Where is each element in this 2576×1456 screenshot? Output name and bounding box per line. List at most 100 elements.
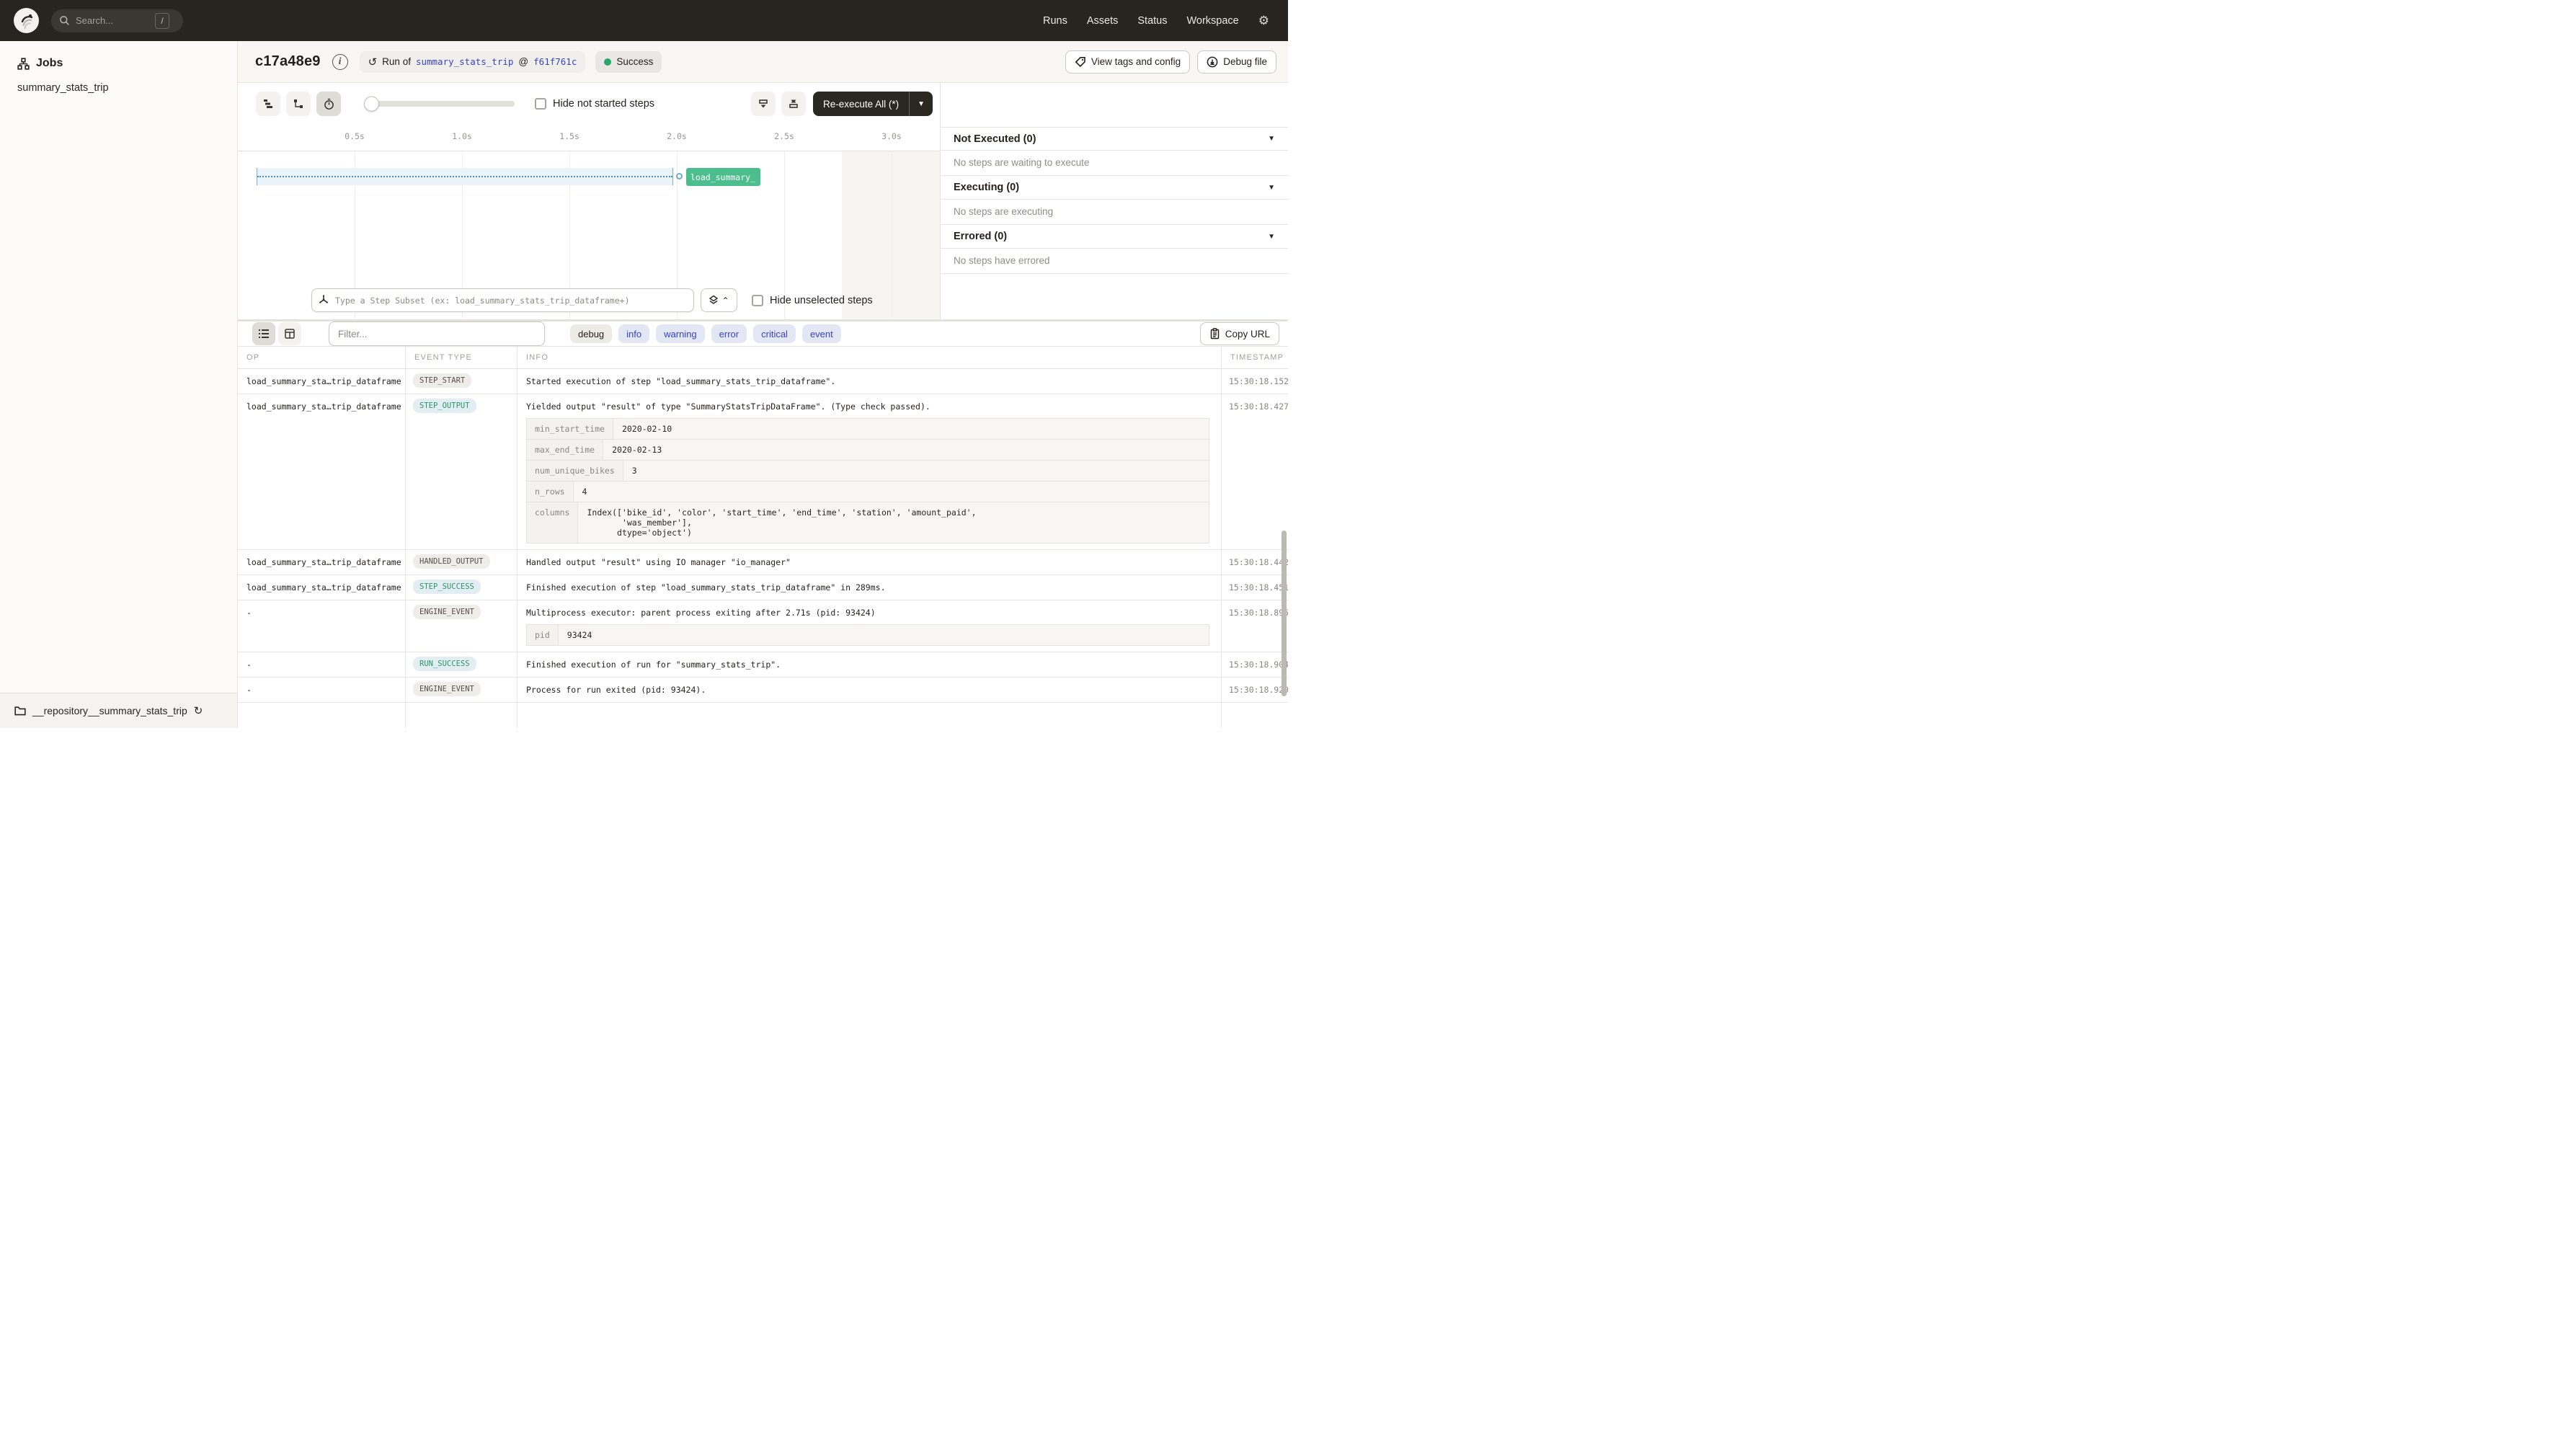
log-row-step-success[interactable]: load_summary_sta…trip_dataframe STEP_SUC… bbox=[238, 575, 1288, 600]
hide-unselected-checkbox[interactable] bbox=[752, 294, 763, 306]
axis-tick: 1.5s bbox=[559, 131, 579, 141]
event-type-badge: HANDLED_OUTPUT bbox=[413, 554, 490, 569]
nav-links: Runs Assets Status Workspace ⚙ bbox=[1043, 14, 1288, 27]
timestamp: 15:30:18.451 bbox=[1229, 582, 1288, 592]
event-type-badge: ENGINE_EVENT bbox=[413, 605, 481, 619]
log-structured-view-icon-button[interactable] bbox=[278, 322, 301, 345]
level-chip-critical[interactable]: critical bbox=[753, 324, 796, 343]
chevron-down-icon: ▼ bbox=[1268, 232, 1275, 241]
log-filter-input[interactable] bbox=[329, 321, 545, 346]
search-icon bbox=[59, 15, 70, 26]
log-toolbar: debug info warning error critical event … bbox=[238, 321, 1288, 346]
log-row-engine-event[interactable]: - ENGINE_EVENT Multiprocess executor: pa… bbox=[238, 600, 1288, 652]
gantt-chart: load_summary_ Type a Step Subset (ex: lo… bbox=[238, 151, 940, 319]
event-log-section: debug info warning error critical event … bbox=[238, 321, 1288, 728]
flat-view-icon-button[interactable] bbox=[256, 92, 280, 116]
repository-footer[interactable]: __repository__summary_stats_trip ↻ bbox=[0, 693, 237, 728]
top-nav: / Runs Assets Status Workspace ⚙ bbox=[0, 0, 1288, 41]
dagster-logo-icon[interactable] bbox=[14, 8, 39, 33]
status-dot-icon bbox=[604, 58, 612, 66]
hide-not-started-checkbox[interactable] bbox=[535, 98, 546, 110]
timestamp: 15:30:18.152 bbox=[1229, 376, 1288, 386]
reload-repository-icon[interactable]: ↻ bbox=[194, 704, 203, 717]
level-chip-event[interactable]: event bbox=[801, 324, 841, 343]
run-info-icon[interactable]: i bbox=[332, 53, 348, 70]
log-row-handled-output[interactable]: load_summary_sta…trip_dataframe HANDLED_… bbox=[238, 550, 1288, 575]
level-chip-error[interactable]: error bbox=[711, 324, 747, 343]
left-sidebar: Jobs summary_stats_trip __repository__su… bbox=[0, 41, 238, 728]
layers-icon bbox=[709, 295, 719, 304]
gantt-start-marker bbox=[676, 173, 683, 179]
reexecute-all-button[interactable]: Re-execute All (*) bbox=[813, 92, 909, 116]
not-executed-section-header[interactable]: Not Executed (0) ▼ bbox=[941, 127, 1288, 151]
waterfall-view-icon-button[interactable] bbox=[286, 92, 311, 116]
gantt-waiting-span bbox=[257, 168, 673, 185]
gantt-step-label: load_summary_ bbox=[690, 172, 756, 182]
run-of-label: Run of bbox=[382, 56, 411, 67]
zoom-slider-thumb[interactable] bbox=[364, 96, 379, 112]
column-header-info: INFO bbox=[518, 347, 1222, 368]
executing-empty-text: No steps are executing bbox=[941, 200, 1288, 225]
search-input[interactable] bbox=[76, 15, 155, 26]
errored-empty-text: No steps have errored bbox=[941, 249, 1288, 274]
debug-file-button[interactable]: Debug file bbox=[1197, 50, 1276, 74]
log-row-step-start[interactable]: load_summary_sta…trip_dataframe STEP_STA… bbox=[238, 369, 1288, 394]
log-row-engine-event-exit[interactable]: - ENGINE_EVENT Process for run exited (p… bbox=[238, 678, 1288, 703]
log-level-chips: debug info warning error critical event bbox=[570, 324, 841, 343]
column-header-timestamp: TIMESTAMP bbox=[1230, 353, 1284, 362]
run-of-tag: ↺ Run of summary_stats_trip @ f61f761c bbox=[359, 50, 586, 73]
level-chip-debug[interactable]: debug bbox=[570, 324, 613, 343]
search-shortcut-key: / bbox=[155, 12, 169, 29]
reexecute-dropdown-caret[interactable]: ▼ bbox=[909, 92, 933, 116]
engine-metadata-table: pid 93424 bbox=[526, 624, 1209, 646]
hide-unselected-label: Hide unselected steps bbox=[770, 294, 873, 306]
axis-tick: 0.5s bbox=[345, 131, 365, 141]
event-type-badge: STEP_OUTPUT bbox=[413, 399, 476, 413]
log-table-header: OP EVENT TYPE INFO TIMESTAMP bbox=[238, 347, 1288, 369]
errored-section-header[interactable]: Errored (0) ▼ bbox=[941, 225, 1288, 249]
step-subset-row: ⌃ Hide unselected steps bbox=[311, 288, 873, 312]
axis-tick: 2.5s bbox=[774, 131, 794, 141]
log-row-run-success[interactable]: - RUN_SUCCESS Finished execution of run … bbox=[238, 652, 1288, 678]
event-type-badge: RUN_SUCCESS bbox=[413, 657, 476, 671]
jobs-section-title: Jobs bbox=[36, 57, 63, 69]
step-subset-input[interactable] bbox=[311, 288, 694, 312]
nav-link-runs[interactable]: Runs bbox=[1043, 15, 1067, 27]
copy-url-button[interactable]: Copy URL bbox=[1199, 322, 1279, 345]
nav-link-assets[interactable]: Assets bbox=[1087, 15, 1119, 27]
timestamp: 15:30:18.895 bbox=[1229, 608, 1288, 618]
view-tags-config-button[interactable]: View tags and config bbox=[1065, 50, 1191, 74]
log-row-step-output[interactable]: load_summary_sta…trip_dataframe STEP_OUT… bbox=[238, 394, 1288, 550]
log-list-view-icon-button[interactable] bbox=[252, 322, 275, 345]
collapse-caret-icon: ⌃ bbox=[721, 295, 729, 306]
commit-link[interactable]: f61f761c bbox=[533, 56, 577, 67]
timed-view-icon-button[interactable] bbox=[316, 92, 341, 116]
executing-section-header[interactable]: Executing (0) ▼ bbox=[941, 176, 1288, 200]
chevron-down-icon: ▼ bbox=[1268, 183, 1275, 192]
dagster-run-page: / Runs Assets Status Workspace ⚙ Jobs su… bbox=[0, 0, 1288, 728]
global-search: / bbox=[51, 9, 183, 32]
dock-top-icon-button[interactable] bbox=[781, 92, 807, 116]
job-link[interactable]: summary_stats_trip bbox=[416, 56, 513, 67]
run-id-title: c17a48e9 bbox=[255, 53, 321, 69]
output-metadata-table: min_start_time 2020-02-10 max_end_time 202… bbox=[526, 418, 1209, 543]
sidebar-item-summary-stats-trip[interactable]: summary_stats_trip bbox=[0, 70, 237, 94]
gantt-step-bar[interactable]: load_summary_ bbox=[686, 168, 760, 186]
gantt-time-axis: 0.5s 1.0s 1.5s 2.0s 2.5s 3.0s bbox=[238, 125, 940, 151]
tag-icon bbox=[1075, 56, 1085, 67]
dock-bottom-icon-button[interactable] bbox=[751, 92, 776, 116]
op-selector-icon bbox=[318, 294, 329, 306]
level-chip-warning[interactable]: warning bbox=[656, 324, 705, 343]
level-chip-info[interactable]: info bbox=[618, 324, 650, 343]
zoom-slider[interactable] bbox=[364, 96, 515, 112]
jobs-icon bbox=[17, 57, 30, 70]
jobs-section-header: Jobs bbox=[0, 41, 237, 70]
apply-subset-button[interactable]: ⌃ bbox=[701, 288, 737, 312]
timestamp: 15:30:18.442 bbox=[1229, 557, 1288, 567]
log-scrollbar-thumb[interactable] bbox=[1282, 531, 1287, 696]
nav-link-status[interactable]: Status bbox=[1137, 15, 1167, 27]
axis-tick: 3.0s bbox=[881, 131, 902, 141]
settings-gear-icon[interactable]: ⚙ bbox=[1258, 14, 1269, 27]
main-content: c17a48e9 i ↺ Run of summary_stats_trip @… bbox=[238, 41, 1288, 728]
nav-link-workspace[interactable]: Workspace bbox=[1186, 15, 1238, 27]
